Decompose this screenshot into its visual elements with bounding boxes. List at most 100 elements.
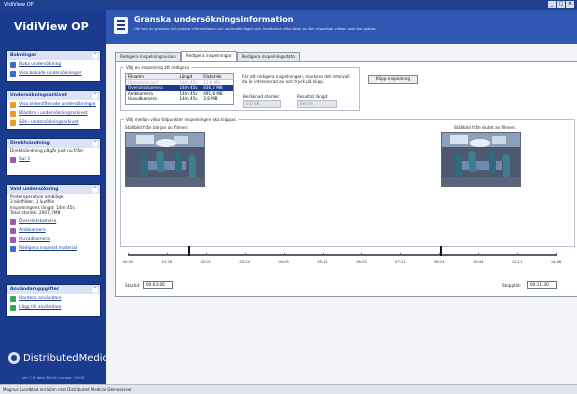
version-text: Ver 2.8 beta Build number: 2008 xyxy=(21,375,85,380)
sidebar-item-oversikt[interactable]: Översiktskamera xyxy=(7,217,100,226)
end-marker-handle[interactable] xyxy=(440,246,443,256)
sidebar-item-label[interactable]: Hantera användare xyxy=(19,296,62,301)
timeline-tick xyxy=(478,253,480,256)
tab-inspelningsvision[interactable]: Redigera inspelningsvision xyxy=(115,52,181,61)
timeline-tick-label: 04:05 xyxy=(278,260,289,264)
sidebar-item-sal3[interactable]: Sal 3 xyxy=(7,155,100,164)
collapse-icon[interactable]: ˄ xyxy=(92,186,98,193)
column-header[interactable]: Filstorlek xyxy=(201,74,233,79)
sidebar-item-label[interactable]: Sal 3 xyxy=(19,157,30,162)
result-length-label: Resultat längd: xyxy=(297,94,329,99)
operating-room-image xyxy=(442,133,520,186)
collapse-icon[interactable]: ˄ xyxy=(92,92,98,99)
maximize-button[interactable]: □ xyxy=(557,1,565,8)
broadcast-icon xyxy=(10,156,16,163)
cut-recording-button[interactable]: Klipp inspelning xyxy=(368,75,418,84)
page-title: Granska undersökningsinformation xyxy=(134,15,294,24)
start-time-input[interactable]: 00:03:06 xyxy=(143,281,173,289)
start-time-label: Startid: xyxy=(125,283,141,288)
panel-title: Direktsändning xyxy=(10,141,50,146)
start-frame-image xyxy=(125,132,205,187)
app-window: VidiView OP _ □ × VidiView OP Granska un… xyxy=(0,0,577,394)
sidebar-item-label[interactable]: Visa oidentifierade undersökningar xyxy=(19,102,96,107)
start-marker-handle[interactable] xyxy=(187,246,190,256)
sidebar-item-lagg-till[interactable]: Lägg till användare xyxy=(7,303,100,312)
timeline-tick xyxy=(322,253,324,256)
start-frame-title: Ställbild från början av filmen: xyxy=(125,125,189,130)
sidebar-item-label[interactable]: Ambkamera xyxy=(19,228,46,233)
camera-icon xyxy=(10,227,16,234)
panel-arkivet: Undersökningsarkivet ˄ Visa oidentifierad… xyxy=(6,90,101,130)
group-title: Välj mellan vilka tidpunkter inspelninge… xyxy=(124,117,238,122)
main-content: Redigera inspelningsvision Redigera insp… xyxy=(106,44,577,384)
sidebar-item-label[interactable]: Sök i undersökningsarkivet xyxy=(19,120,79,125)
folder-icon xyxy=(10,110,16,117)
sidebar-item-boka[interactable]: Boka undersökning xyxy=(7,60,100,69)
column-header[interactable]: Filnamn xyxy=(126,74,178,79)
panel-direktsandning: Direktsändning ˄ Direktsändning pågår jus… xyxy=(6,138,101,176)
sidebar-item-huvud[interactable]: Huvudkamera xyxy=(7,235,100,244)
collapse-icon[interactable]: ˄ xyxy=(92,52,98,59)
timeline-tick xyxy=(517,253,519,256)
sidebar-item-label[interactable]: Boka undersökning xyxy=(19,62,61,67)
page-header: Granska undersökningsinformation Här kan… xyxy=(106,10,577,44)
logo-text: DistributedMedical xyxy=(23,352,117,364)
collapse-icon[interactable]: ˄ xyxy=(92,140,98,147)
end-time-input[interactable]: 00:11:30 xyxy=(527,281,557,289)
result-length-field: 0m 0s xyxy=(297,100,337,108)
timeline-tick-label: 01:26 xyxy=(161,260,173,264)
camera-icon xyxy=(10,236,16,243)
sidebar-item-label[interactable]: Huvudkamera xyxy=(19,237,50,242)
timeline-tick-label: 02:01 xyxy=(200,260,211,264)
end-time-label: Stopptid: xyxy=(501,283,521,288)
status-bar: Magnus Lundblad ansluten mot Distributed… xyxy=(0,384,577,394)
end-frame-title: Ställbild från slutet av filmen: xyxy=(453,125,516,130)
recording-list[interactable]: Filnamn Längd Filstorlek Operationsljud … xyxy=(125,73,234,105)
timeline-tick-label: 07:21 xyxy=(395,260,406,264)
document-icon xyxy=(114,17,128,34)
timeline-tick-label: 14:46 xyxy=(550,260,562,264)
timeline-tick-label: 05:12 xyxy=(317,260,328,264)
sidebar-item-label[interactable]: Redigera inspelat material xyxy=(19,246,77,251)
sidebar-item-label[interactable]: Översiktskamera xyxy=(19,219,56,224)
sidebar-item-bladdra[interactable]: Bläddra i undersökningsarkivet xyxy=(7,109,100,118)
timeline-tick xyxy=(283,253,285,256)
edit-instructions: För att redigera inspelningen, markera d… xyxy=(242,74,350,84)
panel-title: Bokningar xyxy=(10,53,37,58)
timeline-tick xyxy=(128,253,129,256)
top-banner: VidiView OP Granska undersökningsinforma… xyxy=(0,10,577,44)
sidebar-item-redigera[interactable]: Redigera inspelat material xyxy=(7,244,100,253)
timeline-tick xyxy=(244,253,246,256)
close-button[interactable]: × xyxy=(566,1,574,8)
sidebar-item-sok[interactable]: Sök i undersökningsarkivet xyxy=(7,118,100,127)
estimated-size-field: 0,0 kB xyxy=(243,100,281,108)
timeline-track[interactable] xyxy=(128,254,556,256)
list-row[interactable]: Huvudkamera 14m 45s 3,8 MB xyxy=(126,96,233,102)
window-titlebar: VidiView OP _ □ × xyxy=(0,0,577,10)
timeline-tick-label: 12:11 xyxy=(511,260,523,264)
sidebar-item-visa-bokade[interactable]: Visa bokade undersökningar xyxy=(7,69,100,78)
tab-inspelningsdata[interactable]: Redigera inspelningsdata xyxy=(236,52,300,61)
timeline-tick xyxy=(166,253,168,256)
timeline-tick xyxy=(556,253,557,256)
users-icon xyxy=(10,295,16,302)
timeline-tick-label: 10:44 xyxy=(472,260,484,264)
sidebar-item-label[interactable]: Lägg till användare xyxy=(19,305,61,310)
company-logo: DistributedMedical xyxy=(8,352,117,364)
minimize-button[interactable]: _ xyxy=(548,1,556,8)
timeline-tick-label: 03:24 xyxy=(239,260,250,264)
sidebar-item-hantera[interactable]: Hantera användare xyxy=(7,294,100,303)
column-header[interactable]: Längd xyxy=(178,74,202,79)
broadcast-text: Direktsändning pågår just nu från: xyxy=(10,149,85,154)
tab-inspelningar[interactable]: Redigera inspelningar xyxy=(180,51,237,61)
sidebar-item-label[interactable]: Visa bokade undersökningar xyxy=(19,71,81,76)
panel-title: Vald undersökning xyxy=(10,187,59,192)
exam-size: Total storlek: 2007,7MB xyxy=(10,210,61,216)
sidebar-item-amb[interactable]: Ambkamera xyxy=(7,226,100,235)
panel-bokningar: Bokningar ˄ Boka undersökning Visa bokade… xyxy=(6,50,101,82)
collapse-icon[interactable]: ˄ xyxy=(92,286,98,293)
add-user-icon xyxy=(10,304,16,311)
calendar-list-icon xyxy=(10,70,16,77)
sidebar-item-oidentifierade[interactable]: Visa oidentifierade undersökningar xyxy=(7,100,100,109)
sidebar-item-label[interactable]: Bläddra i undersökningsarkivet xyxy=(19,111,88,116)
